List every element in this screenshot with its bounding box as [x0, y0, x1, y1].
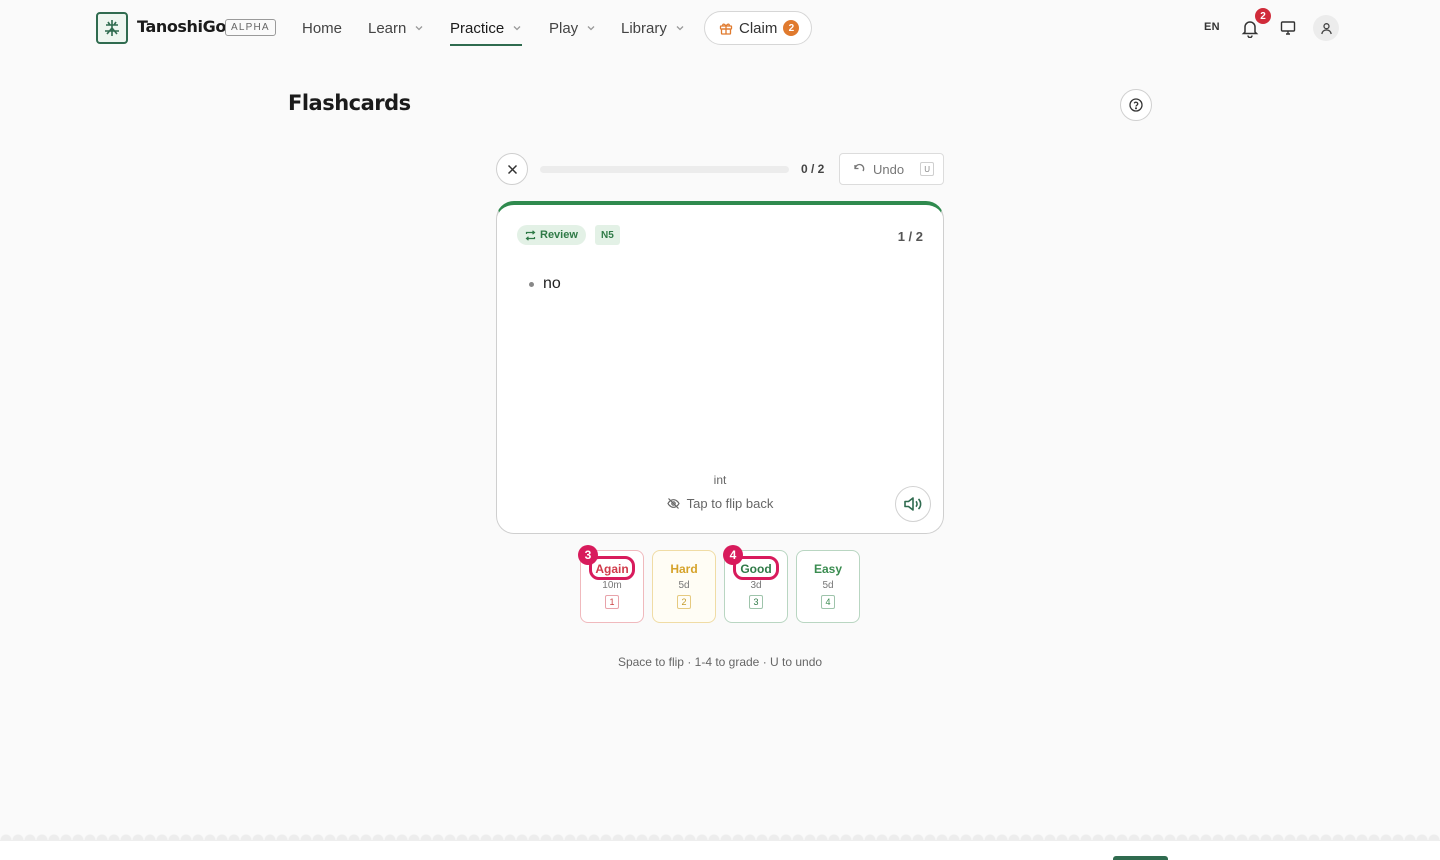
eye-off-icon — [666, 498, 680, 509]
nav-learn[interactable]: Learn — [368, 0, 424, 56]
claim-count-badge: 2 — [783, 20, 800, 36]
play-audio-button[interactable] — [895, 486, 931, 522]
claim-button[interactable]: Claim 2 — [704, 11, 812, 45]
nav-practice[interactable]: Practice — [450, 0, 523, 56]
help-icon — [1129, 98, 1143, 112]
review-tag-label: Review — [540, 229, 578, 241]
chevron-down-icon — [587, 26, 595, 31]
undo-shortcut-key: U — [920, 162, 935, 176]
monitor-icon[interactable] — [1280, 20, 1296, 36]
chevron-down-icon — [415, 26, 423, 31]
footer-cta-button[interactable] — [1113, 856, 1168, 860]
part-of-speech: int — [713, 473, 727, 487]
meaning-item: no — [529, 275, 561, 293]
nav-home-label: Home — [302, 19, 343, 37]
flip-hint-label: Tap to flip back — [686, 496, 774, 511]
grade-easy-button[interactable]: Easy 5d 4 — [796, 550, 860, 623]
jlpt-level-tag: N5 — [595, 225, 620, 245]
grade-good-interval: 3d — [750, 580, 762, 591]
footer-wave-divider — [0, 826, 1440, 840]
close-session-button[interactable] — [496, 153, 528, 185]
nav-library-label: Library — [621, 19, 667, 37]
grade-again-interval: 10m — [602, 580, 622, 591]
session-progress-count: 0 / 2 — [801, 162, 825, 176]
grade-easy-interval: 5d — [822, 580, 834, 591]
speaker-icon — [904, 497, 922, 511]
nav-home[interactable]: Home — [302, 0, 342, 56]
gift-icon — [719, 23, 733, 35]
grade-easy-label: Easy — [813, 562, 843, 576]
grade-hard-label: Hard — [670, 562, 698, 576]
claim-label: Claim — [739, 19, 778, 37]
nav-play[interactable]: Play — [549, 0, 596, 56]
grade-hard-interval: 5d — [678, 580, 690, 591]
undo-icon — [854, 163, 865, 171]
page-title: Flashcards — [288, 91, 411, 115]
review-tag: Review — [517, 225, 586, 245]
grade-hard-button[interactable]: Hard 5d 2 — [652, 550, 716, 623]
brand-name[interactable]: TanoshiGo — [137, 17, 226, 36]
nav-practice-label: Practice — [450, 19, 505, 37]
nav-learn-label: Learn — [368, 19, 407, 37]
undo-button[interactable]: Undo U — [839, 153, 944, 185]
alpha-badge: ALPHA — [225, 19, 276, 36]
keyboard-shortcut-hint: Space to flip · 1-4 to grade · U to undo — [617, 655, 823, 669]
user-icon — [1320, 22, 1332, 34]
grade-easy-key: 4 — [821, 595, 835, 609]
chevron-down-icon — [676, 26, 684, 31]
undo-label: Undo — [873, 161, 905, 177]
grade-again-key: 1 — [605, 595, 619, 609]
chevron-down-icon — [513, 26, 521, 31]
grade-hard-key: 2 — [677, 595, 691, 609]
flip-hint[interactable]: Tap to flip back — [497, 496, 943, 511]
meaning-list: no — [529, 275, 561, 293]
session-progress-bar — [540, 166, 789, 173]
flashcard[interactable]: Review N5 1 / 2 no int Tap to flip back — [496, 201, 944, 534]
repeat-icon — [525, 229, 536, 241]
notification-count-badge: 2 — [1255, 8, 1271, 24]
annotation-marker-good: 4 — [723, 545, 743, 565]
annotation-marker-again: 3 — [578, 545, 598, 565]
nav-play-label: Play — [549, 19, 579, 37]
nav-library[interactable]: Library — [621, 0, 685, 56]
help-button[interactable] — [1120, 89, 1152, 121]
language-switcher[interactable]: EN — [1204, 21, 1220, 33]
grade-good-key: 3 — [749, 595, 763, 609]
avatar[interactable] — [1313, 15, 1339, 41]
footer-bar — [0, 840, 1440, 860]
logo-icon[interactable] — [96, 12, 128, 44]
card-index: 1 / 2 — [897, 229, 923, 244]
close-icon — [507, 164, 517, 174]
top-nav: TanoshiGo ALPHA Home Learn Practice Play… — [0, 0, 1440, 56]
